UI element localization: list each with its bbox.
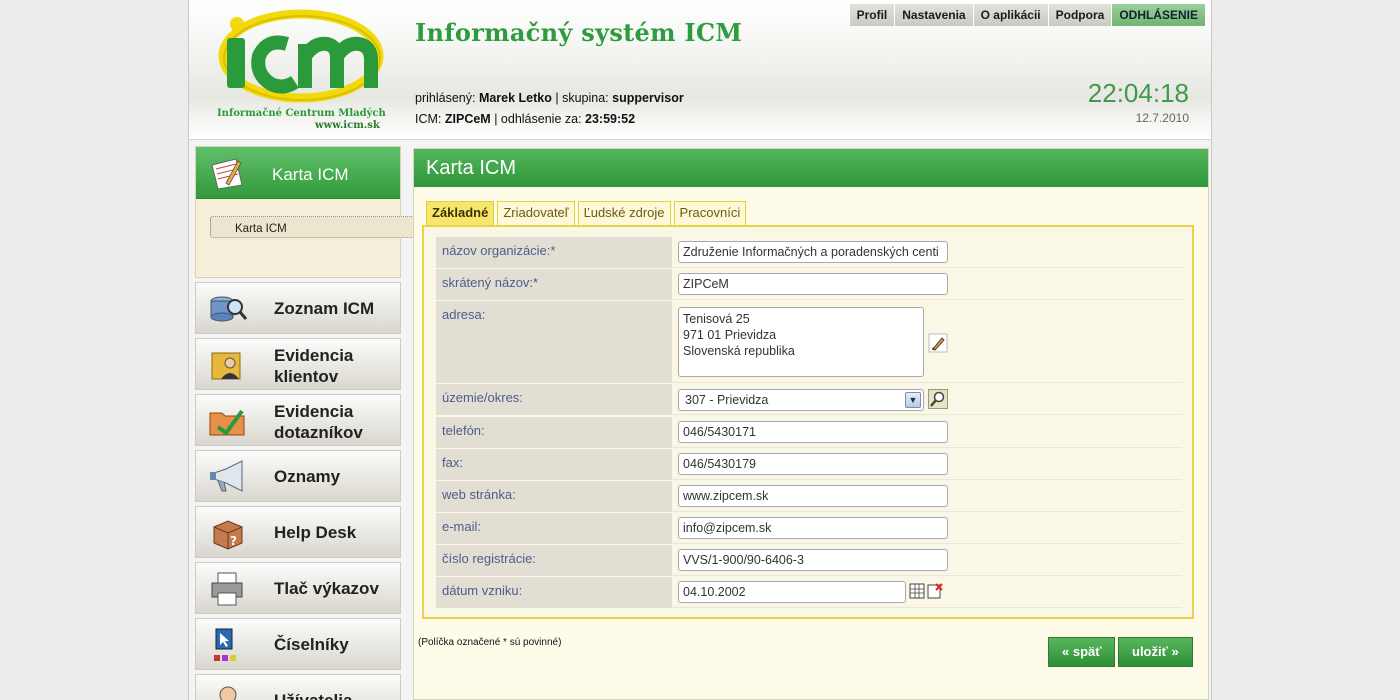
- sidebar-label: Help Desk: [274, 523, 357, 542]
- sidebar: Karta ICM Karta ICM Pracovníci Zoznam IC…: [195, 146, 456, 700]
- region-select[interactable]: 307 - Prievidza ▼: [678, 389, 924, 411]
- field-label: názov organizácie:*: [436, 237, 672, 268]
- clock: 22:04:18: [1087, 78, 1189, 108]
- form-row-name: názov organizácie:* Združenie Informačný…: [436, 237, 1182, 268]
- short-name-field[interactable]: ZIPCeM: [678, 273, 948, 295]
- field-label: územie/okres:: [436, 384, 672, 415]
- registration-field[interactable]: VVS/1-900/90-6406-3: [678, 549, 948, 571]
- tab-zakladne[interactable]: Základné: [426, 201, 495, 225]
- user-label: prihlásený:: [415, 91, 476, 105]
- top-menu: Profil Nastavenia O aplikácii Podpora OD…: [848, 4, 1205, 26]
- form-row-phone: telefón: 046/5430171: [436, 417, 1182, 448]
- page-title: Karta ICM: [414, 149, 1208, 187]
- user-icon: [219, 686, 237, 700]
- sidebar-label: Evidencia dotazníkov: [274, 402, 363, 442]
- sidebar-label: Zoznam ICM: [274, 299, 375, 318]
- menu-nastavenia[interactable]: Nastavenia: [894, 4, 973, 26]
- field-label: skrátený názov:*: [436, 269, 672, 300]
- help-box-icon: ?: [213, 520, 243, 550]
- form-row-short: skrátený názov:* ZIPCeM: [436, 269, 1182, 300]
- notebook-pencil-icon: [211, 158, 243, 190]
- sidebar-label: Užívatelia: [274, 690, 352, 700]
- web-field[interactable]: www.zipcem.sk: [678, 485, 948, 507]
- sidebar-item-tlac-vykazov[interactable]: Tlač výkazov: [195, 562, 401, 614]
- logout-countdown: 23:59:52: [585, 112, 636, 126]
- app-title: Informačný systém ICM: [415, 18, 743, 47]
- form-row-email: e-mail: info@zipcem.sk: [436, 513, 1182, 544]
- email-field[interactable]: info@zipcem.sk: [678, 517, 948, 539]
- printer-icon: [211, 572, 243, 606]
- form-row-web: web stránka: www.zipcem.sk: [436, 481, 1182, 512]
- icm-label: ICM:: [415, 112, 442, 126]
- tab-zriadovatel[interactable]: Zriadovateľ: [497, 201, 575, 225]
- sidebar-item-karta-icm[interactable]: Karta ICM: [196, 147, 400, 199]
- field-label: číslo registrácie:: [436, 545, 672, 576]
- form-box: názov organizácie:* Združenie Informačný…: [422, 225, 1194, 619]
- header: Informačné Centrum Mladých www.icm.sk In…: [189, 0, 1211, 140]
- sidebar-item-evidencia-dotaznikov[interactable]: Evidencia dotazníkov: [195, 394, 401, 446]
- phone-field[interactable]: 046/5430171: [678, 421, 948, 443]
- database-search-icon: [210, 296, 248, 322]
- logout-countdown-label: | odhlásenie za:: [494, 112, 582, 126]
- sidebar-label: Číselníky: [274, 635, 349, 654]
- group-label: | skupina:: [555, 91, 609, 105]
- founded-date-field[interactable]: 04.10.2002: [678, 581, 906, 603]
- sidebar-section-karta-icm: Karta ICM Karta ICM Pracovníci: [195, 146, 456, 278]
- app-shell: Informačné Centrum Mladých www.icm.sk In…: [188, 0, 1212, 700]
- chevron-down-icon: ▼: [905, 392, 921, 408]
- back-button[interactable]: « späť: [1048, 637, 1116, 667]
- sidebar-label: Tlač výkazov: [274, 579, 379, 598]
- required-note: (Políčka označené * sú povinné): [418, 637, 562, 648]
- sidebar-item-oznamy[interactable]: Oznamy: [195, 450, 401, 502]
- calendar-icon[interactable]: [909, 583, 925, 599]
- address-field[interactable]: Tenisová 25 971 01 Prievidza Slovenská r…: [678, 307, 924, 377]
- search-icon[interactable]: [928, 389, 948, 409]
- sidebar-item-zoznam-icm[interactable]: Zoznam ICM: [195, 282, 401, 334]
- form-row-address: adresa: Tenisová 25 971 01 Prievidza Slo…: [436, 301, 1182, 383]
- menu-o-aplikacii[interactable]: O aplikácii: [972, 4, 1048, 26]
- user-name: Marek Letko: [478, 91, 552, 105]
- field-label: adresa:: [436, 301, 672, 383]
- form-row-fax: fax: 046/5430179: [436, 449, 1182, 480]
- questionnaire-folder-icon: [209, 409, 245, 436]
- user-info: prihlásený: Marek Letko | skupina: suppe…: [415, 88, 684, 130]
- tab-bar: Základné Zriadovateľ Ľudské zdroje Praco…: [426, 201, 749, 225]
- sidebar-item-ciselniky[interactable]: Číselníky: [195, 618, 401, 670]
- org-name-field[interactable]: Združenie Informačných a poradenských ce…: [678, 241, 948, 263]
- logo-url: www.icm.sk: [315, 120, 380, 131]
- field-label: web stránka:: [436, 481, 672, 512]
- cursor-list-icon: [214, 628, 236, 661]
- logout-button[interactable]: ODHLÁSENIE: [1111, 4, 1205, 26]
- client-folder-icon: [211, 352, 241, 380]
- sidebar-label: Karta ICM: [272, 165, 349, 184]
- sidebar-label: Evidencia klientov: [274, 346, 354, 386]
- edit-pencil-icon[interactable]: [928, 333, 948, 353]
- field-label: dátum vzniku:: [436, 577, 672, 608]
- menu-profil[interactable]: Profil: [848, 4, 895, 26]
- save-button[interactable]: uložiť »: [1118, 637, 1193, 667]
- field-label: telefón:: [436, 417, 672, 448]
- clear-date-icon[interactable]: [927, 583, 943, 599]
- fax-field[interactable]: 046/5430179: [678, 453, 948, 475]
- submenu: Karta ICM Pracovníci: [204, 211, 456, 238]
- tab-ludske-zdroje[interactable]: Ľudské zdroje: [577, 201, 671, 225]
- icm-name: ZIPCeM: [444, 112, 491, 126]
- svg-text:?: ?: [230, 534, 237, 548]
- form-row-reg: číslo registrácie: VVS/1-900/90-6406-3: [436, 545, 1182, 576]
- tab-pracovnici[interactable]: Pracovníci: [673, 201, 747, 225]
- sidebar-item-uzivatelia[interactable]: Užívatelia: [195, 674, 401, 700]
- megaphone-icon: [210, 460, 243, 492]
- logo-tagline: Informačné Centrum Mladých: [217, 108, 386, 119]
- group-name: suppervisor: [612, 91, 684, 105]
- current-date: 12.7.2010: [1135, 111, 1189, 125]
- sidebar-item-evidencia-klientov[interactable]: Evidencia klientov: [195, 338, 401, 390]
- sidebar-item-help-desk[interactable]: ? Help Desk: [195, 506, 401, 558]
- sidebar-label: Oznamy: [274, 467, 341, 486]
- menu-podpora[interactable]: Podpora: [1047, 4, 1112, 26]
- form-row-founded: dátum vzniku: 04.10.2002: [436, 577, 1182, 608]
- field-label: e-mail:: [436, 513, 672, 544]
- field-label: fax:: [436, 449, 672, 480]
- main-panel: Karta ICM Základné Zriadovateľ Ľudské zd…: [413, 148, 1209, 700]
- form-row-region: územie/okres: 307 - Prievidza ▼: [436, 384, 1182, 415]
